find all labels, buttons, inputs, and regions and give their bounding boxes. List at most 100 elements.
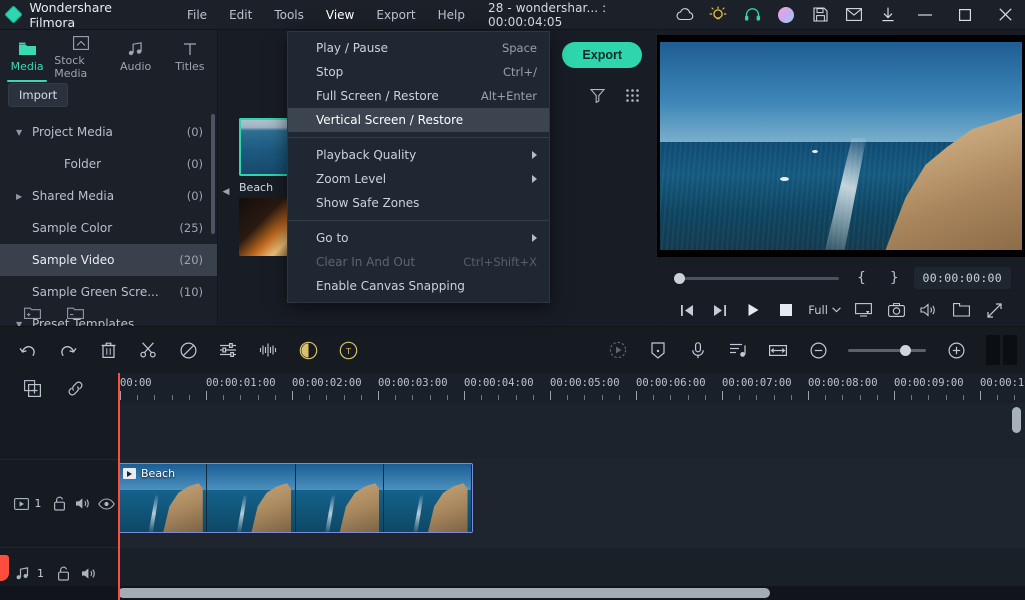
tree-item-sample-video[interactable]: Sample Video (20) [0,244,217,276]
tree-item-shared-media[interactable]: ▶ Shared Media (0) [0,180,217,212]
timeline-clip-beach[interactable]: Beach [118,463,473,533]
volume-icon[interactable] [913,296,946,324]
save-icon[interactable] [803,0,837,30]
zoom-out-icon[interactable] [798,327,838,374]
close-button[interactable] [985,0,1025,30]
mail-icon[interactable] [837,0,871,30]
menu-item-stop[interactable]: Stop Ctrl+/ [288,60,549,84]
export-button[interactable]: Export [562,42,642,68]
mark-out-button[interactable]: } [890,270,899,286]
redo-icon[interactable] [48,327,88,374]
playhead-handle[interactable] [0,555,9,581]
seek-slider[interactable] [674,272,839,284]
menu-item-playback-quality[interactable]: Playback Quality [288,143,549,167]
panel-collapse-arrow-icon[interactable]: ◀ [221,178,231,206]
pip-icon[interactable] [945,296,978,324]
lock-icon[interactable] [50,566,76,581]
timeline-zoom-slider[interactable] [848,344,926,356]
mute-icon[interactable] [76,567,102,580]
menu-tools[interactable]: Tools [263,3,315,27]
fit-timeline-icon[interactable] [758,327,798,374]
zoom-slider-handle[interactable] [900,344,911,356]
menu-export[interactable]: Export [365,3,426,27]
headset-icon[interactable] [735,0,769,30]
download-icon[interactable] [871,0,905,30]
tab-audio[interactable]: Audio [109,34,163,80]
adjust-sliders-icon[interactable] [208,327,248,374]
menu-view[interactable]: View [315,3,365,27]
menu-help[interactable]: Help [427,3,476,27]
mark-in-button[interactable]: { [857,270,866,286]
prev-frame-icon[interactable] [671,296,704,324]
undo-icon[interactable] [8,327,48,374]
eye-icon[interactable] [95,497,119,510]
filter-icon[interactable] [590,88,605,103]
timeline-vertical-scrollbar[interactable] [1012,407,1021,433]
menu-file[interactable]: File [176,3,218,27]
add-track-icon[interactable] [24,379,41,397]
preview-video[interactable] [657,35,1025,257]
zoom-in-icon[interactable] [936,327,976,374]
timeline-horizontal-scrollbar-thumb[interactable] [118,588,770,598]
play-icon[interactable] [737,296,770,324]
ruler-tick [842,395,844,400]
track-body-empty[interactable] [118,403,1025,459]
ruler-tick [825,395,827,400]
tab-titles[interactable]: Titles [163,34,217,80]
voiceover-mic-icon[interactable] [678,327,718,374]
new-folder-icon[interactable] [24,305,41,319]
preview-timecode[interactable]: 00:00:00:00 [913,267,1011,289]
tree-scrollbar[interactable] [211,114,215,234]
remove-folder-icon[interactable] [67,305,84,319]
maximize-button[interactable] [945,0,985,30]
grid-view-icon[interactable] [625,88,640,103]
stop-icon[interactable] [769,296,802,324]
lightbulb-icon[interactable] [701,0,735,30]
render-preview-icon[interactable] [598,327,638,374]
cloud-icon[interactable] [667,0,701,30]
split-scissors-icon[interactable] [128,327,168,374]
menu-item-zoom-level[interactable]: Zoom Level [288,167,549,191]
menu-item-show-safe-zones[interactable]: Show Safe Zones [288,191,549,215]
tree-item-sample-color[interactable]: Sample Color (25) [0,212,217,244]
marker-icon[interactable] [638,327,678,374]
menu-item-go-to[interactable]: Go to [288,226,549,250]
beat-detect-icon[interactable] [718,327,758,374]
video-track-body[interactable]: Beach [118,460,1025,547]
next-frame-icon[interactable] [704,296,737,324]
delete-icon[interactable] [88,327,128,374]
auto-reframe-icon[interactable]: T [328,327,368,374]
menu-item-full-screen-restore[interactable]: Full Screen / Restore Alt+Enter [288,84,549,108]
timeline-horizontal-scrollbar-track[interactable] [0,586,1025,600]
menu-item-enable-canvas-snapping[interactable]: Enable Canvas Snapping [288,274,549,298]
timeline-ruler[interactable]: 00:00 00:00:01:00 00:00:02:00 00:00:03:00 00… [118,373,1025,403]
tab-media[interactable]: Media [0,34,54,82]
view-dropdown-menu[interactable]: Play / Pause Space Stop Ctrl+/ Full Screen /… [287,31,550,303]
ruler-label: 00:00:01:00 [206,377,276,389]
avatar[interactable] [769,0,803,30]
minimize-button[interactable] [905,0,945,30]
lock-icon[interactable] [48,496,72,511]
timeline-header-tools [0,373,118,403]
tree-item-project-media[interactable]: ▼ Project Media (0) [0,116,217,148]
menu-item-label: Enable Canvas Snapping [316,279,465,293]
tab-stock-media[interactable]: Stock Media [54,34,108,80]
menu-item-play-pause[interactable]: Play / Pause Space [288,36,549,60]
fullscreen-icon[interactable] [978,296,1011,324]
seek-handle[interactable] [674,272,685,284]
color-match-icon[interactable] [288,327,328,374]
chevron-right-icon [532,151,537,159]
mute-icon[interactable] [71,497,95,510]
tree-item-folder[interactable]: Folder (0) [0,148,217,180]
quality-selector[interactable]: Full [808,303,841,317]
audio-waveform-icon[interactable] [248,327,288,374]
crop-disable-icon[interactable] [168,327,208,374]
playhead[interactable] [118,373,120,600]
screen-record-icon[interactable] [847,296,880,324]
menu-item-vertical-screen-restore[interactable]: Vertical Screen / Restore [288,108,549,132]
link-icon[interactable] [67,380,84,397]
import-button[interactable]: Import [8,83,69,107]
menu-edit[interactable]: Edit [218,3,263,27]
tab-label-titles: Titles [175,60,205,73]
snapshot-icon[interactable] [880,296,913,324]
